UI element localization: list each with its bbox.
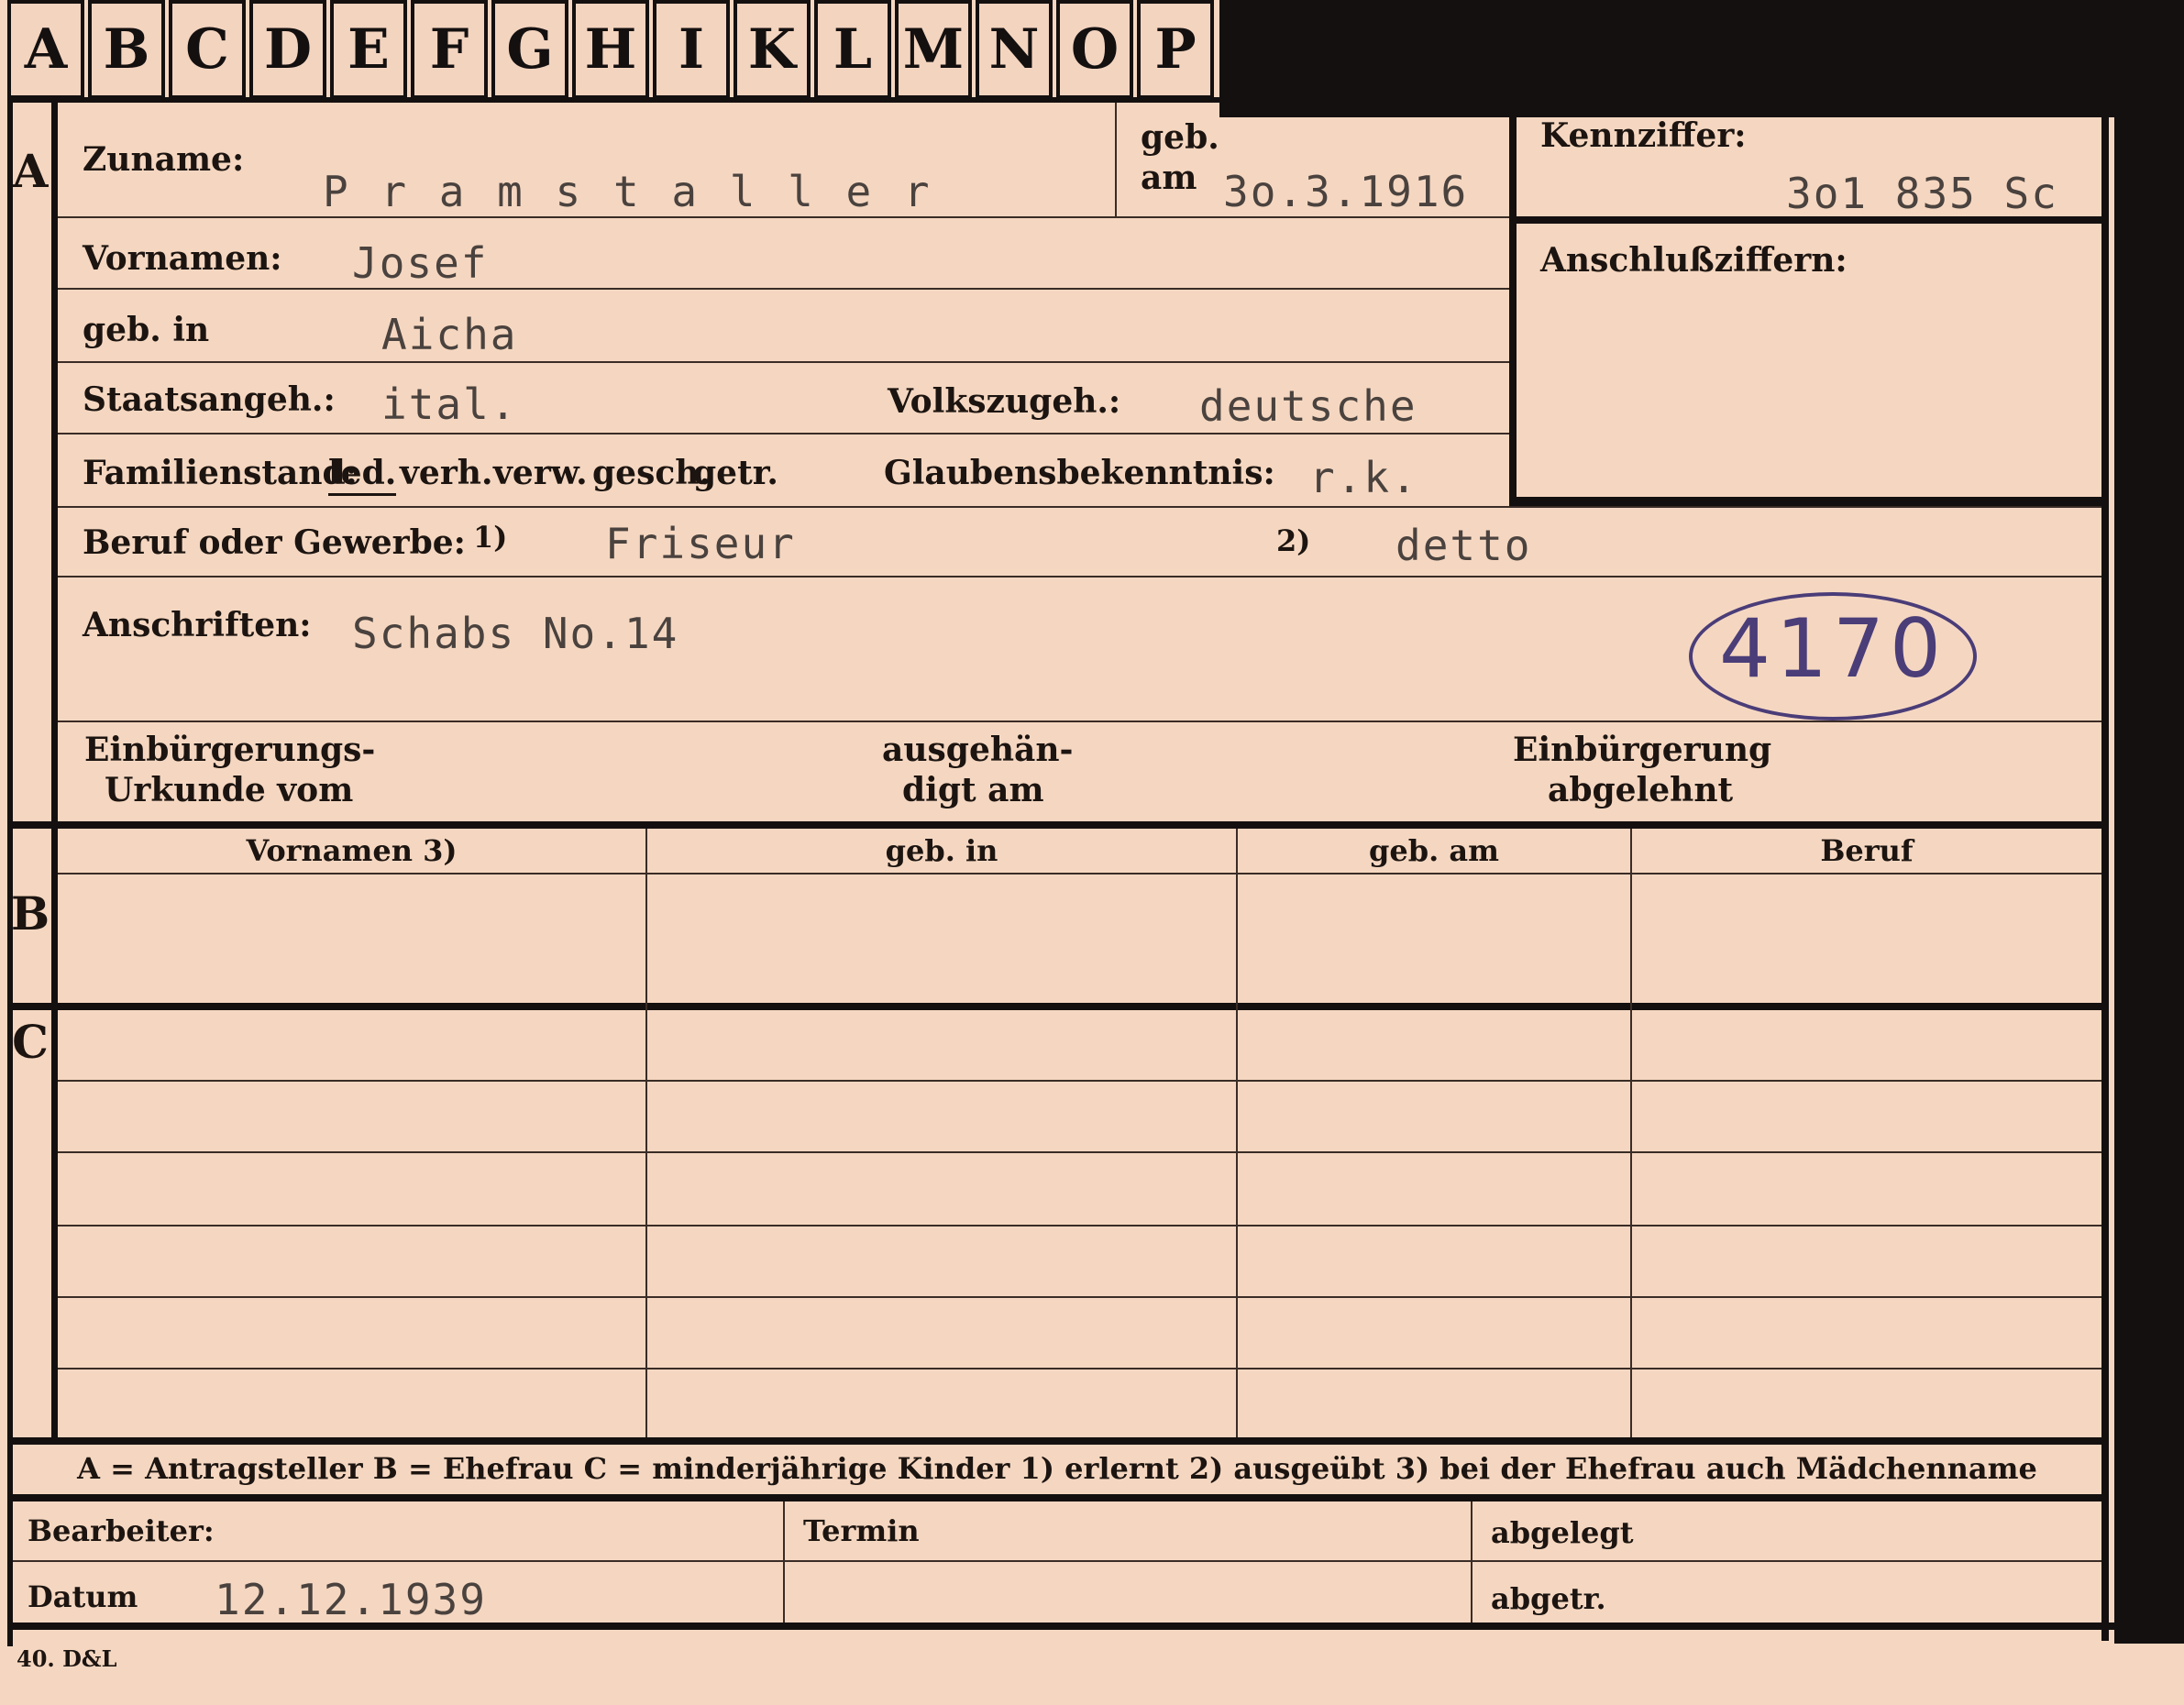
value-glaubensbekenntnis: r.k.: [1309, 453, 1418, 502]
legend-top-line: [7, 1437, 2109, 1445]
label-am: am: [1141, 159, 1197, 197]
label-geb-in: geb. in: [83, 311, 210, 349]
label-einbuergerung-abgelehnt-2: abgelehnt: [1548, 771, 1734, 809]
value-beruf-erlernt: Friseur: [605, 519, 796, 568]
tab-g[interactable]: G: [491, 0, 568, 99]
label-bearbeiter: Bearbeiter:: [28, 1513, 215, 1548]
tab-a[interactable]: A: [7, 0, 84, 99]
familienstand-option-verw: verw.: [493, 454, 588, 492]
frame-top: [7, 97, 2116, 103]
value-geb-am: 3o.3.1916: [1223, 167, 1469, 216]
label-ausgehaendigt-1: ausgehän-: [882, 731, 1074, 769]
value-geb-in: Aicha: [381, 310, 518, 359]
label-datum: Datum: [28, 1579, 138, 1614]
label-beruf: Beruf oder Gewerbe:: [83, 523, 466, 562]
handwritten-number: 4170: [1719, 601, 1947, 696]
tab-e[interactable]: E: [330, 0, 407, 99]
section-bc-divider: [7, 1003, 2109, 1010]
frame-left: [7, 97, 13, 1646]
tab-h[interactable]: H: [572, 0, 649, 99]
footnote-1: 1): [473, 520, 508, 555]
footnote-2: 2): [1276, 523, 1311, 558]
label-einbuergerungs-urkunde-1: Einbürgerungs-: [84, 731, 376, 769]
legend-bottom-line: [7, 1494, 2109, 1502]
section-column-divider: [51, 97, 58, 1440]
tab-f[interactable]: F: [411, 0, 488, 99]
label-ausgehaendigt-2: digt am: [902, 771, 1044, 809]
label-glaubensbekenntnis: Glaubensbekenntnis:: [884, 454, 1275, 492]
scan-edge: [2114, 117, 2184, 1644]
tab-p[interactable]: P: [1137, 0, 1214, 99]
label-staatsangeh: Staatsangeh.:: [83, 380, 336, 419]
col-header-geb-in: geb. in: [885, 833, 998, 868]
kennziffer-box-bottom: [1517, 497, 2103, 506]
label-kennziffer: Kennziffer:: [1540, 116, 1747, 155]
tab-i[interactable]: I: [653, 0, 730, 99]
section-letter-c: C: [12, 1015, 49, 1069]
tab-d[interactable]: D: [249, 0, 326, 99]
value-volkszugeh: deutsche: [1199, 381, 1417, 431]
label-anschriften: Anschriften:: [83, 606, 312, 644]
label-anschlussziffern: Anschlußziffern:: [1540, 241, 1848, 280]
tab-c[interactable]: C: [169, 0, 246, 99]
printer-mark: 40. D&L: [17, 1645, 117, 1672]
label-familienstand: Familienstand:: [83, 454, 358, 492]
label-volkszugeh: Volkszugeh.:: [888, 382, 1121, 421]
value-vornamen: Josef: [352, 238, 489, 288]
col-header-beruf: Beruf: [1820, 833, 1914, 868]
value-beruf-ausgeuebt: detto: [1395, 521, 1532, 570]
familienstand-option-led-selected: led.: [328, 456, 397, 496]
label-abgetr: abgetr.: [1491, 1581, 1606, 1616]
col-header-vornamen: Vornamen 3): [246, 833, 458, 868]
label-einbuergerung-abgelehnt-1: Einbürgerung: [1513, 731, 1772, 769]
familienstand-option-getr: getr.: [693, 454, 778, 492]
label-geb: geb.: [1141, 118, 1219, 157]
tab-l[interactable]: L: [814, 0, 891, 99]
tab-m[interactable]: M: [895, 0, 972, 99]
legend: A = Antragsteller B = Ehefrau C = minder…: [77, 1451, 2037, 1486]
section-letter-b: B: [10, 886, 50, 940]
value-datum: 12.12.1939: [215, 1575, 487, 1624]
section-ab-divider: [7, 821, 2109, 829]
value-kennziffer: 3o1 835 Sc: [1786, 169, 2058, 218]
tab-o[interactable]: O: [1056, 0, 1133, 99]
familienstand-option-verh: verh.: [400, 454, 493, 492]
frame-right: [2101, 110, 2109, 1641]
value-anschrift: Schabs No.14: [352, 609, 679, 658]
col-header-geb-am: geb. am: [1369, 833, 1499, 868]
tab-n[interactable]: N: [976, 0, 1053, 99]
label-vornamen: Vornamen:: [83, 239, 282, 278]
section-letter-a: A: [12, 144, 49, 198]
value-staatsangeh: ital.: [381, 380, 518, 429]
tab-k[interactable]: K: [734, 0, 811, 99]
tab-b[interactable]: B: [88, 0, 165, 99]
value-zuname: P r a m s t a l l e r: [323, 167, 933, 216]
label-termin: Termin: [803, 1513, 920, 1548]
label-zuname: Zuname:: [83, 140, 245, 179]
label-abgelegt: abgelegt: [1491, 1515, 1634, 1550]
label-einbuergerungs-urkunde-2: Urkunde vom: [105, 771, 354, 809]
kennziffer-box-left: [1509, 103, 1517, 506]
